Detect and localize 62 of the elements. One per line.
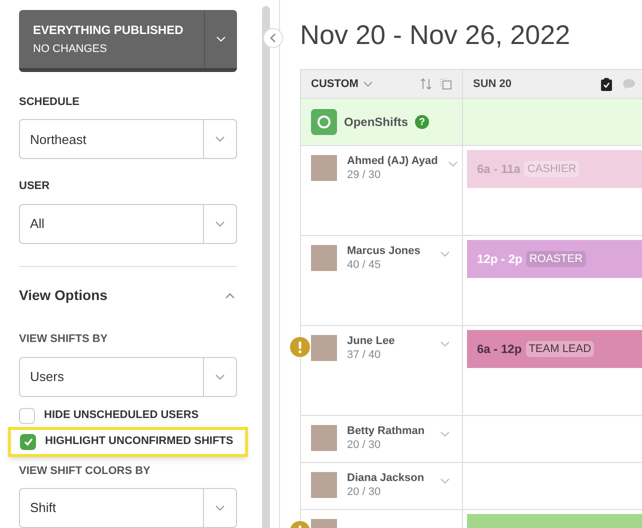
caret-icon[interactable] — [440, 431, 450, 437]
user-hours: 20 / 30 — [347, 486, 382, 500]
caret-icon[interactable] — [440, 341, 450, 347]
user-hours: 40 / 45 — [347, 258, 382, 272]
caret-icon — [215, 136, 225, 142]
role-tag: ROASTER — [526, 250, 586, 268]
role-tag: CASHIER — [524, 160, 580, 178]
sort-icon[interactable] — [420, 78, 432, 90]
shift-block[interactable]: 6a - 12p TEAM LEAD — [467, 330, 642, 368]
shift-time: 12p - 2p — [477, 251, 522, 268]
dropdown[interactable]: Northeast — [19, 119, 237, 160]
role-tag: TEAM LEAD — [526, 340, 594, 358]
checkbox-label: HIDE UNSCHEDULED USERS — [44, 408, 199, 424]
publish-status: EVERYTHING PUBLISHED — [33, 22, 184, 39]
publish-button[interactable]: EVERYTHING PUBLISHED NO CHANGES — [19, 10, 237, 72]
user-name: June Lee — [347, 335, 396, 349]
check-icon — [24, 438, 32, 446]
caret-icon — [215, 505, 225, 512]
publish-subtitle: NO CHANGES — [33, 42, 108, 57]
user-hours: 20 / 30 — [347, 438, 382, 452]
copy-icon[interactable] — [440, 78, 452, 90]
photo-placeholder — [311, 425, 337, 451]
caret-icon — [215, 220, 225, 227]
caret-icon — [363, 81, 374, 87]
scrollbar[interactable] — [262, 6, 270, 528]
photo-placeholder — [311, 335, 337, 361]
sort-dropdown[interactable]: CUSTOM — [311, 76, 374, 92]
field-label: SCHEDULE — [19, 94, 81, 110]
section-title: View Options — [19, 286, 108, 305]
checkbox-label: HIGHLIGHT UNCONFIRMED SHIFTS — [45, 434, 234, 450]
checkbox[interactable] — [19, 408, 35, 424]
checkbox[interactable] — [20, 434, 36, 450]
dropdown[interactable]: Users — [19, 356, 237, 397]
user-name: Marcus Jones — [347, 245, 422, 259]
collapse-button[interactable] — [263, 28, 283, 48]
clipboard-icon[interactable] — [601, 78, 612, 90]
collapse-icon[interactable] — [225, 292, 237, 298]
caret-icon[interactable] — [448, 161, 458, 167]
user-name: Betty Rathman — [347, 425, 426, 439]
field-label: VIEW SHIFT COLORS BY — [19, 464, 152, 479]
photo-placeholder — [311, 245, 337, 271]
chevron-left-icon — [269, 33, 277, 43]
comment-icon[interactable] — [622, 78, 636, 90]
user-hours: 29 / 30 — [347, 168, 382, 182]
dropdown[interactable]: Shift — [19, 488, 237, 528]
day-header: SUN 20 — [473, 76, 512, 92]
user-hours: 37 / 40 — [347, 348, 382, 362]
open-shifts-icon — [311, 109, 337, 135]
user-name: Ahmed (AJ) Ayad — [347, 155, 438, 169]
shift-time: 6a - 12p — [477, 341, 522, 358]
field-label: USER — [19, 179, 51, 194]
caret-icon[interactable] — [440, 478, 450, 484]
caret-icon[interactable] — [440, 251, 450, 257]
field-label: VIEW SHIFTS BY — [19, 332, 109, 347]
user-name: Diana Jackson — [347, 472, 426, 486]
caret-icon — [215, 374, 225, 380]
date-range-title: Nov 20 - Nov 26, 2022 — [300, 22, 572, 49]
open-shifts-label: OpenShifts — [344, 114, 408, 131]
dropdown[interactable]: All — [19, 204, 237, 244]
help-badge[interactable]: ? — [415, 115, 430, 129]
photo-placeholder — [311, 472, 337, 498]
photo-placeholder — [311, 155, 337, 181]
